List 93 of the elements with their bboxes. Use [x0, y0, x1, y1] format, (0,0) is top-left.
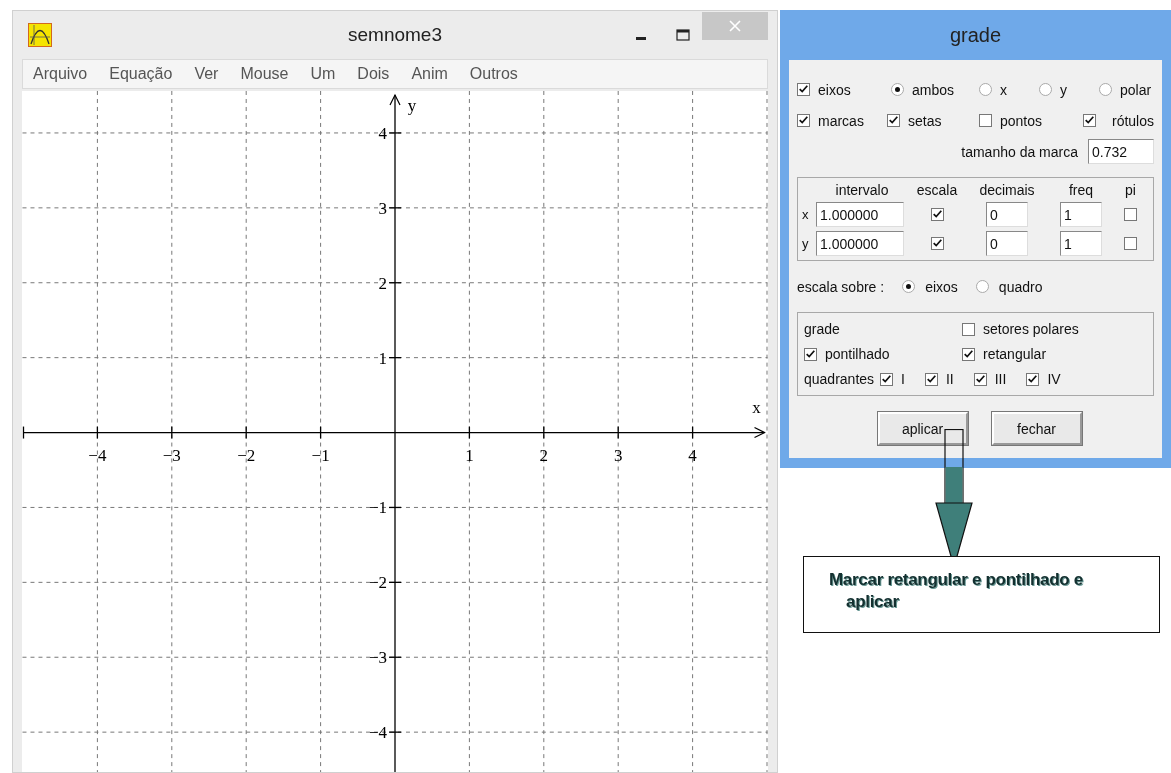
- dialog-button[interactable]: fechar: [991, 412, 1082, 445]
- tick-label: 3: [378, 198, 387, 218]
- tick-label: 2: [539, 445, 549, 465]
- radio-button[interactable]: [891, 83, 904, 96]
- radio-button[interactable]: [975, 280, 989, 293]
- option-label: setas: [908, 112, 942, 129]
- checkbox[interactable]: [973, 372, 987, 386]
- option-label: pontilhado: [825, 346, 890, 362]
- group-label: grade: [804, 321, 841, 337]
- option-label: quadro: [998, 278, 1043, 295]
- checkbox[interactable]: [804, 347, 817, 361]
- menu-item[interactable]: Mouse: [240, 64, 289, 83]
- tick-label: −3: [162, 445, 181, 465]
- axis-label: x: [752, 397, 761, 417]
- tick-label: −1: [311, 445, 330, 465]
- tick-label: 2: [378, 273, 387, 293]
- checkbox[interactable]: [979, 114, 992, 127]
- menu-item[interactable]: Um: [310, 64, 336, 83]
- option-label: II: [945, 371, 954, 387]
- tick-label: 4: [688, 445, 697, 465]
- tick-label: 3: [613, 445, 623, 465]
- checkbox[interactable]: [880, 372, 894, 386]
- checkbox[interactable]: [930, 208, 944, 221]
- option-label: I: [901, 371, 905, 387]
- option-label: setores polares: [983, 321, 1079, 337]
- checkbox[interactable]: [1124, 237, 1137, 250]
- decimals-field[interactable]: 0: [986, 202, 1028, 227]
- checkbox[interactable]: [887, 114, 900, 127]
- instruction-text: Marcar retangular e pontilhado e aplicar: [829, 569, 1084, 613]
- checkbox[interactable]: [962, 347, 975, 361]
- radio-button[interactable]: [1099, 83, 1112, 96]
- axis-label: y: [407, 95, 417, 115]
- freq-field[interactable]: 1: [1060, 202, 1102, 227]
- column-header: freq: [1067, 182, 1095, 198]
- column-header: intervalo: [834, 182, 890, 198]
- checkbox[interactable]: [1026, 372, 1040, 386]
- option-label: IV: [1047, 371, 1061, 387]
- checkbox[interactable]: [1083, 114, 1096, 127]
- option-label: x: [1000, 81, 1007, 98]
- checkbox[interactable]: [797, 114, 810, 127]
- checkbox[interactable]: [797, 83, 810, 96]
- option-label: ambos: [912, 81, 955, 98]
- tick-label: −1: [368, 498, 387, 518]
- radio-button[interactable]: [979, 83, 992, 96]
- option-label: rótulos: [1111, 112, 1154, 129]
- radio-button[interactable]: [902, 280, 916, 293]
- row-label: x: [802, 207, 810, 222]
- minimize-icon: [636, 37, 646, 41]
- field-label: tamanho da marca: [961, 143, 1078, 160]
- option-label: polar: [1120, 81, 1152, 98]
- row-label: y: [802, 236, 810, 251]
- menu-item[interactable]: Equação: [109, 64, 173, 83]
- tick-label: −3: [368, 648, 387, 668]
- close-icon: [729, 20, 741, 32]
- tick-size-field[interactable]: 0.732: [1088, 139, 1154, 164]
- column-header: escala: [915, 182, 959, 198]
- freq-field[interactable]: 1: [1060, 231, 1102, 256]
- dialog-button[interactable]: aplicar: [877, 412, 968, 445]
- tick-label: −2: [368, 573, 387, 593]
- tick-label: 1: [465, 445, 474, 465]
- option-label: eixos: [925, 278, 958, 295]
- menu-item[interactable]: Outros: [469, 64, 518, 83]
- checkbox[interactable]: [1124, 208, 1137, 221]
- interval-field[interactable]: 1.000000: [816, 231, 904, 256]
- field-label: escala sobre :: [797, 278, 885, 295]
- tick-label: 4: [378, 123, 387, 143]
- tick-label: −2: [237, 445, 256, 465]
- window-title: semnome3: [348, 23, 442, 46]
- tick-label: −4: [88, 445, 107, 465]
- option-label: quadrantes: [804, 371, 875, 387]
- checkbox[interactable]: [962, 322, 975, 336]
- menu-item[interactable]: Anim: [411, 64, 448, 83]
- checkbox[interactable]: [930, 237, 944, 250]
- option-label: retangular: [983, 346, 1047, 362]
- option-label: marcas: [818, 112, 864, 129]
- radio-button[interactable]: [1039, 83, 1052, 96]
- column-header: decimais: [978, 182, 1036, 198]
- option-label: eixos: [818, 81, 851, 98]
- maximize-icon: [676, 28, 690, 41]
- menu-item[interactable]: Arquivo: [33, 64, 88, 83]
- menu-item[interactable]: Dois: [357, 64, 390, 83]
- column-header: pi: [1124, 182, 1137, 198]
- option-label: y: [1060, 81, 1067, 98]
- graph-icon: [28, 22, 52, 47]
- checkbox[interactable]: [924, 372, 938, 386]
- option-label: pontos: [1000, 112, 1043, 129]
- tick-label: −4: [368, 723, 387, 743]
- option-label: III: [994, 371, 1007, 387]
- dialog-title: grade: [949, 22, 1002, 48]
- menu-item[interactable]: Ver: [194, 64, 219, 83]
- tick-label: 1: [378, 348, 387, 368]
- decimals-field[interactable]: 0: [986, 231, 1028, 256]
- interval-field[interactable]: 1.000000: [816, 202, 904, 227]
